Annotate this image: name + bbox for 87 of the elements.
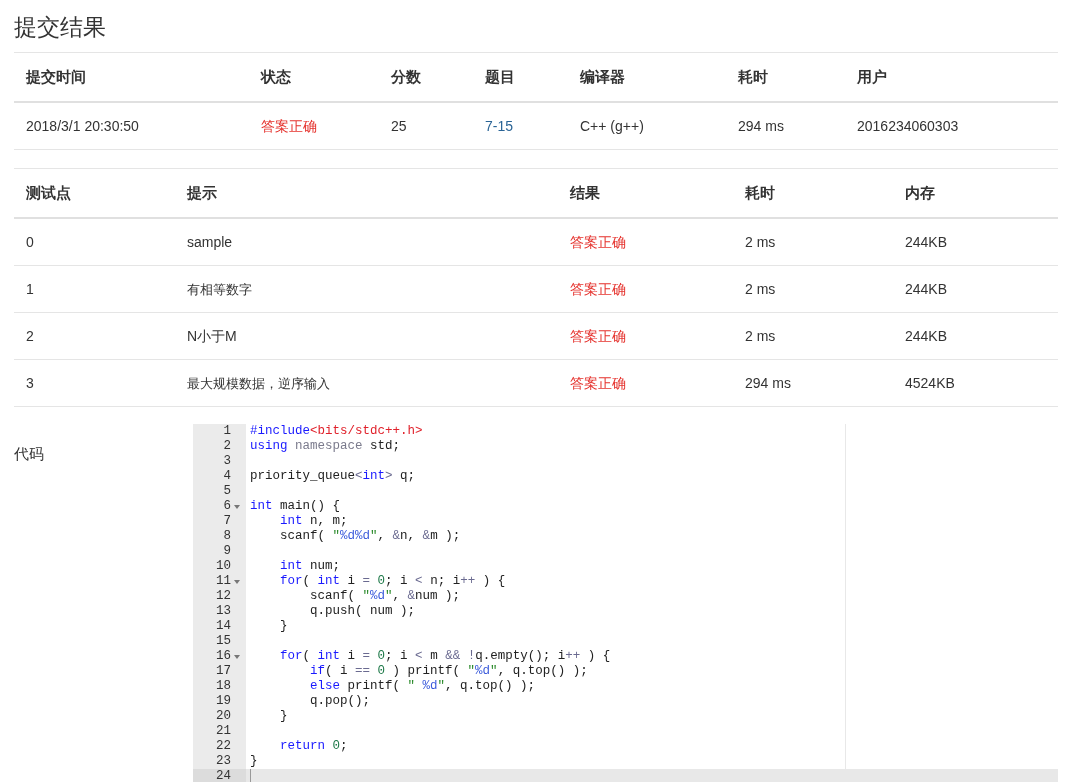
code-line: using namespace std; bbox=[250, 439, 401, 454]
code-line: } bbox=[250, 754, 258, 769]
table-cell: 1 bbox=[26, 281, 34, 297]
line-number: 1 bbox=[223, 424, 231, 439]
table-cell: 294 ms bbox=[745, 375, 791, 391]
column-header: 提示 bbox=[187, 184, 217, 201]
code-line: int main() { bbox=[250, 499, 341, 514]
line-number: 2 bbox=[223, 439, 231, 454]
table-cell: 有相等数字 bbox=[187, 282, 252, 297]
line-number: 6 bbox=[223, 499, 231, 514]
column-header: 提交时间 bbox=[26, 68, 86, 85]
table-cell: 244KB bbox=[905, 281, 948, 297]
line-number: 24 bbox=[216, 769, 231, 782]
status-text: 答案正确 bbox=[570, 375, 626, 391]
table-cell: 2 ms bbox=[745, 281, 776, 297]
line-number: 22 bbox=[216, 739, 231, 754]
code-line: priority_queue<int> q; bbox=[250, 469, 416, 484]
table-cell: 294 ms bbox=[738, 118, 784, 134]
line-number: 14 bbox=[216, 619, 231, 634]
table-cell: sample bbox=[187, 234, 233, 250]
fold-caret-icon[interactable] bbox=[233, 504, 240, 509]
status-text: 答案正确 bbox=[570, 281, 626, 297]
column-header: 状态 bbox=[261, 68, 291, 85]
table-cell: 2 ms bbox=[745, 328, 776, 344]
table-cell: 2 bbox=[26, 328, 34, 344]
line-number: 15 bbox=[216, 634, 231, 649]
line-number: 21 bbox=[216, 724, 231, 739]
column-header: 测试点 bbox=[26, 184, 71, 201]
column-header: 题目 bbox=[485, 68, 515, 85]
code-line: scanf( "%d%d", &n, &m ); bbox=[279, 529, 461, 544]
line-number: 13 bbox=[216, 604, 231, 619]
status-text: 答案正确 bbox=[570, 234, 626, 250]
table-cell: N小于M bbox=[187, 328, 237, 344]
column-header: 用户 bbox=[857, 68, 887, 85]
column-header: 结果 bbox=[570, 184, 600, 201]
table-cell: 25 bbox=[391, 118, 407, 134]
line-number: 12 bbox=[216, 589, 231, 604]
column-header: 耗时 bbox=[745, 184, 775, 201]
line-number: 20 bbox=[216, 709, 231, 724]
code-line: else printf( " %d", q.top() ); bbox=[309, 679, 536, 694]
line-number: 19 bbox=[216, 694, 231, 709]
table-cell: 2016234060303 bbox=[857, 118, 959, 134]
column-header: 耗时 bbox=[738, 68, 768, 85]
text-cursor bbox=[250, 769, 251, 782]
code-line: for( int i = 0; i < n; i++ ) { bbox=[279, 574, 506, 589]
line-number: 16 bbox=[216, 649, 231, 664]
code-line: } bbox=[279, 619, 288, 634]
code-line: for( int i = 0; i < m && !q.empty(); i++ ) { bbox=[279, 649, 611, 664]
page-title: 提交结果 bbox=[14, 13, 106, 42]
problem-link[interactable]: 7-15 bbox=[485, 118, 514, 134]
code-label: 代码 bbox=[14, 445, 44, 462]
table-cell: 4524KB bbox=[905, 375, 955, 391]
table-cell: C++ (g++) bbox=[580, 118, 644, 134]
status-text: 答案正确 bbox=[261, 118, 317, 134]
code-line: int n, m; bbox=[279, 514, 348, 529]
line-number: 5 bbox=[223, 484, 231, 499]
line-number: 18 bbox=[216, 679, 231, 694]
line-number: 9 bbox=[223, 544, 231, 559]
code-line: #include<bits/stdc++.h> bbox=[250, 424, 423, 439]
code-line: q.pop(); bbox=[309, 694, 371, 709]
line-number: 23 bbox=[216, 754, 231, 769]
line-number: 7 bbox=[223, 514, 231, 529]
column-header: 编译器 bbox=[580, 68, 625, 85]
status-text: 答案正确 bbox=[570, 328, 626, 344]
line-number: 8 bbox=[223, 529, 231, 544]
code-line: } bbox=[279, 709, 288, 724]
table-cell: 2018/3/1 20:30:50 bbox=[26, 118, 139, 134]
table-cell: 2 ms bbox=[745, 234, 776, 250]
column-header: 分数 bbox=[391, 68, 421, 85]
line-number: 3 bbox=[223, 454, 231, 469]
code-line: if( i == 0 ) printf( "%d", q.top() ); bbox=[309, 664, 588, 679]
code-line: int num; bbox=[279, 559, 341, 574]
line-number: 4 bbox=[223, 469, 231, 484]
column-header: 内存 bbox=[905, 184, 935, 201]
fold-caret-icon[interactable] bbox=[233, 654, 240, 659]
fold-caret-icon[interactable] bbox=[233, 579, 240, 584]
code-line: q.push( num ); bbox=[309, 604, 416, 619]
code-line: return 0; bbox=[279, 739, 348, 754]
table-cell: 3 bbox=[26, 375, 34, 391]
table-cell: 244KB bbox=[905, 328, 948, 344]
line-number: 17 bbox=[216, 664, 231, 679]
table-cell: 244KB bbox=[905, 234, 948, 250]
line-number: 10 bbox=[216, 559, 231, 574]
table-cell: 最大规模数据，逆序输入 bbox=[187, 376, 330, 391]
code-line: scanf( "%d", &num ); bbox=[309, 589, 461, 604]
line-number: 11 bbox=[216, 574, 231, 589]
table-cell: 0 bbox=[26, 234, 34, 250]
